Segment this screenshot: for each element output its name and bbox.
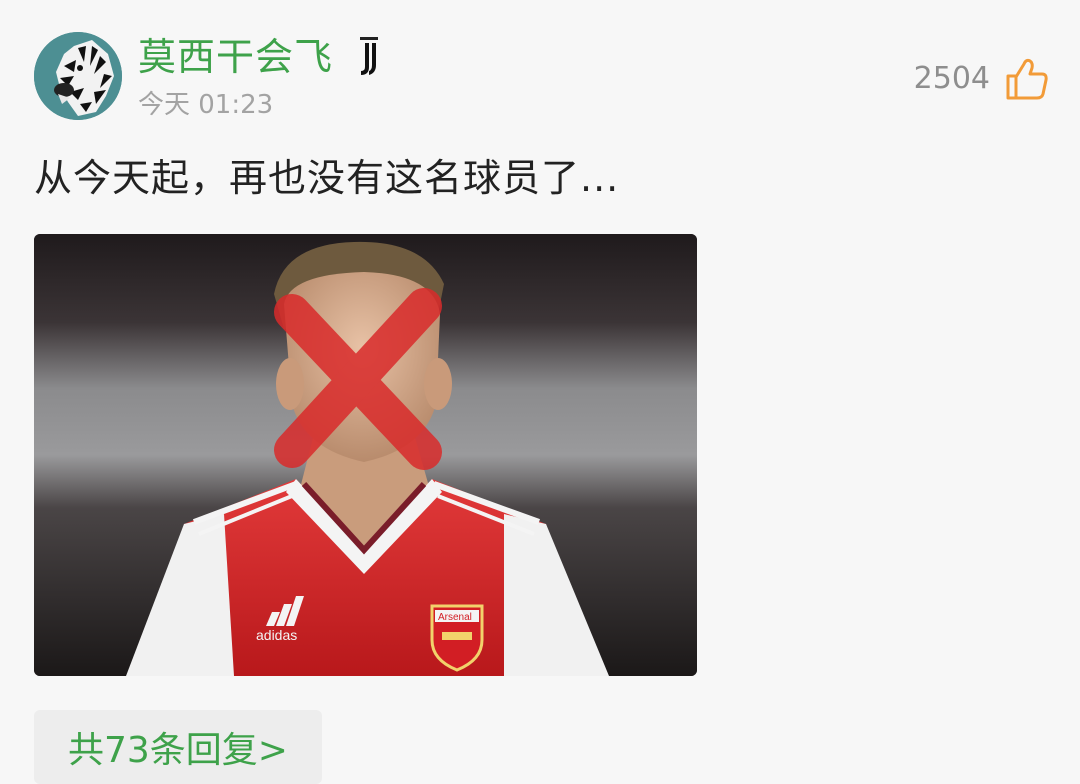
post-text: 从今天起，再也没有这名球员了...	[34, 156, 620, 200]
user-avatar[interactable]	[34, 32, 122, 120]
svg-text:Arsenal: Arsenal	[438, 612, 472, 623]
view-replies-button[interactable]: 共73条回复>	[34, 710, 322, 784]
svg-text:adidas: adidas	[256, 627, 297, 643]
football-player-photo: adidas Arsenal	[34, 234, 697, 676]
like-control[interactable]: 2504	[914, 54, 1050, 104]
juventus-badge-icon	[360, 37, 378, 75]
like-count: 2504	[913, 61, 990, 96]
post-timestamp: 今天 01:23	[138, 90, 274, 120]
post-image[interactable]: adidas Arsenal	[34, 234, 697, 676]
arsenal-crest: Arsenal	[430, 604, 484, 672]
username[interactable]: 莫西干会飞	[138, 34, 333, 80]
thumbs-up-icon[interactable]	[1004, 56, 1050, 102]
zebra-avatar-icon	[34, 32, 122, 120]
comment-post: 莫西干会飞 今天 01:23 2504 从今天起，再也没有这名球员了... ad…	[0, 0, 1080, 784]
